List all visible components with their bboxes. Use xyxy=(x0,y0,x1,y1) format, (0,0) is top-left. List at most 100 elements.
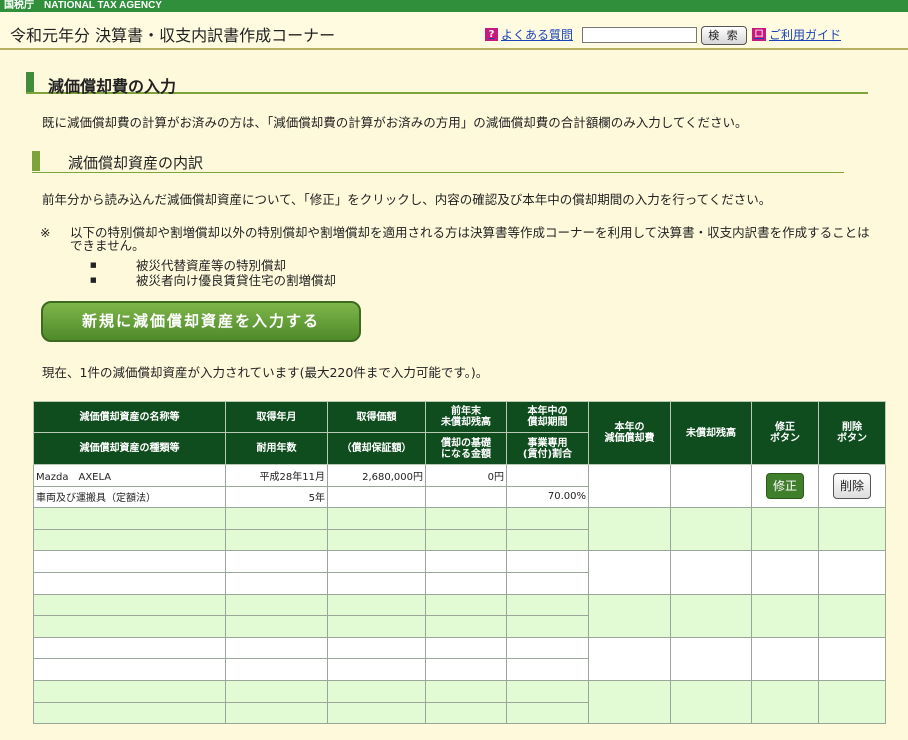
empty-cell xyxy=(506,679,589,703)
cell-acq-date: 平成28年11月 xyxy=(225,464,328,487)
cell-unamortized xyxy=(670,463,752,509)
table-row xyxy=(33,636,886,681)
empty-cell xyxy=(506,550,589,573)
table-row xyxy=(33,593,886,638)
question-icon: ? xyxy=(485,28,498,41)
empty-cell xyxy=(33,593,226,617)
asset-table: 減価償却資産の名称等 取得年月 取得価額 前年末 未償却残高 本年中の 償却期間… xyxy=(33,401,886,725)
header-acq-date: 取得年月 xyxy=(225,401,328,433)
empty-cell xyxy=(225,550,328,573)
cell-delete: 削除 xyxy=(818,463,886,509)
header-unamortized: 未償却残高 xyxy=(670,401,752,465)
empty-cell xyxy=(327,571,426,595)
empty-cell xyxy=(506,658,589,681)
empty-cell xyxy=(33,528,226,552)
empty-cell xyxy=(225,701,328,725)
empty-cell xyxy=(225,571,328,595)
empty-cell xyxy=(751,593,819,638)
empty-cell xyxy=(225,636,328,660)
note-mark: ※ xyxy=(40,225,51,240)
header-prev-balance: 前年末 未償却残高 xyxy=(425,401,507,433)
empty-cell xyxy=(33,571,226,595)
search-input[interactable] xyxy=(582,27,697,43)
subsection-heading: 減価償却資産の内訳 xyxy=(32,151,844,173)
guide-link[interactable]: ロ ご利用ガイド xyxy=(752,26,841,43)
empty-cell xyxy=(670,636,752,681)
empty-cell xyxy=(506,636,589,660)
empty-cell xyxy=(33,636,226,660)
table-row xyxy=(33,507,886,552)
heading-bar xyxy=(26,72,34,92)
empty-cell xyxy=(425,658,507,681)
empty-cell xyxy=(425,571,507,595)
empty-cell xyxy=(670,550,752,595)
empty-cell xyxy=(670,593,752,638)
empty-cell xyxy=(327,701,426,725)
guide-label[interactable]: ご利用ガイド xyxy=(769,26,841,43)
cell-period xyxy=(506,464,589,487)
empty-cell xyxy=(425,636,507,660)
empty-cell xyxy=(33,550,226,573)
header-acq-price: 取得価額 xyxy=(327,401,426,433)
empty-cell xyxy=(506,528,589,552)
empty-cell xyxy=(506,701,589,725)
cell-basis xyxy=(425,485,507,509)
empty-cell xyxy=(425,679,507,703)
faq-label[interactable]: よくある質問 xyxy=(501,26,573,43)
subsection-heading-text: 減価償却資産の内訳 xyxy=(68,154,204,172)
table-row xyxy=(33,550,886,595)
empty-cell xyxy=(33,679,226,703)
empty-cell xyxy=(506,507,589,530)
empty-cell xyxy=(588,636,671,681)
header-life: 耐用年数 xyxy=(225,432,328,465)
empty-cell xyxy=(33,615,226,638)
list-item: 被災代替資産等の特別償却 xyxy=(90,258,336,273)
empty-cell xyxy=(506,571,589,595)
cell-edit: 修正 xyxy=(751,463,819,509)
cell-guarantee xyxy=(327,485,426,509)
empty-cell xyxy=(818,679,886,725)
cell-kind: 車両及び運搬具（定額法） xyxy=(33,485,226,509)
intro-text: 既に減価償却費の計算がお済みの方は、「減価償却費の計算がお済みの方用」の減価償却… xyxy=(42,115,748,130)
note-text: 以下の特別償却や割増償却以外の特別償却や割増償却を適用される方は決算書等作成コー… xyxy=(70,225,870,253)
empty-cell xyxy=(588,593,671,638)
empty-cell xyxy=(588,679,671,725)
empty-cell xyxy=(327,636,426,660)
empty-cell xyxy=(33,701,226,725)
table-row: Mazda AXELA 平成28年11月 2,680,000円 0円 修正 削除 xyxy=(33,463,886,509)
empty-cell xyxy=(225,615,328,638)
empty-cell xyxy=(225,593,328,617)
header-name: 減価償却資産の名称等 xyxy=(33,401,226,433)
bullet-list: 被災代替資産等の特別償却 被災者向け優良賃貸住宅の割増償却 xyxy=(90,258,336,288)
header-depreciation: 本年の 減価償却費 xyxy=(588,401,671,465)
empty-cell xyxy=(327,550,426,573)
empty-cell xyxy=(751,550,819,595)
empty-cell xyxy=(225,658,328,681)
header-basis: 償却の基礎 になる金額 xyxy=(425,432,507,465)
empty-cell xyxy=(506,593,589,617)
asset-count-text: 現在、1件の減価償却資産が入力されています(最大220件まで入力可能です。)。 xyxy=(42,365,489,380)
faq-link[interactable]: ? よくある質問 xyxy=(485,26,573,43)
header-delete: 削除 ボタン xyxy=(818,401,886,465)
search-button[interactable]: 検 索 xyxy=(701,26,747,45)
edit-button[interactable]: 修正 xyxy=(766,473,804,500)
empty-cell xyxy=(327,658,426,681)
add-asset-button[interactable]: 新規に減価償却資産を入力する xyxy=(41,301,361,342)
header-period: 本年中の 償却期間 xyxy=(506,401,589,433)
agency-bar: 国税庁 NATIONAL TAX AGENCY xyxy=(0,0,908,12)
empty-cell xyxy=(670,679,752,725)
empty-cell xyxy=(588,507,671,552)
empty-cell xyxy=(425,550,507,573)
section-heading: 減価償却費の入力 xyxy=(26,72,868,96)
delete-button[interactable]: 削除 xyxy=(833,473,871,500)
empty-cell xyxy=(225,507,328,530)
empty-cell xyxy=(327,615,426,638)
book-icon: ロ xyxy=(752,28,766,41)
empty-cell xyxy=(225,679,328,703)
empty-cell xyxy=(327,593,426,617)
empty-cell xyxy=(225,528,328,552)
empty-cell xyxy=(818,550,886,595)
cell-depreciation xyxy=(588,463,671,509)
empty-cell xyxy=(425,507,507,530)
cell-life: 5年 xyxy=(225,485,328,509)
